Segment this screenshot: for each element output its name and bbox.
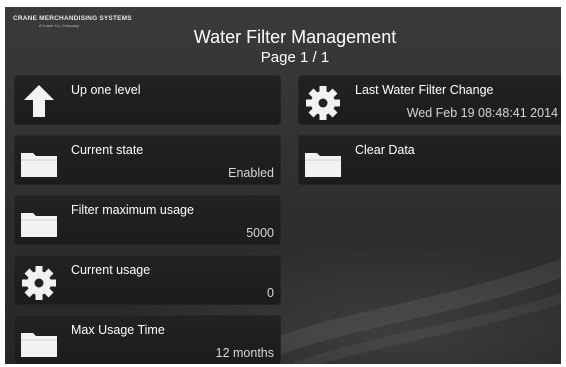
clear-data-button[interactable]: Clear Data xyxy=(298,135,561,185)
last-water-filter-change-button[interactable]: Last Water Filter Change Wed Feb 19 08:4… xyxy=(298,75,561,125)
background-swoosh xyxy=(275,258,561,364)
brand-logo: CRANE MERCHANDISING SYSTEMS A Crane Co. … xyxy=(13,15,132,28)
page-title: Water Filter Management xyxy=(193,27,397,47)
up-one-level-button[interactable]: Up one level xyxy=(14,75,281,125)
tile-value: 0 xyxy=(267,286,274,300)
folder-icon xyxy=(21,213,57,237)
folder-icon xyxy=(305,153,341,177)
tile-value: Enabled xyxy=(228,166,274,180)
gear-icon xyxy=(306,86,340,120)
current-usage-button[interactable]: Current usage 0 xyxy=(14,255,281,305)
tile-label: Last Water Filter Change xyxy=(355,83,494,97)
tile-label: Up one level xyxy=(71,83,141,97)
current-state-button[interactable]: Current state Enabled xyxy=(14,135,281,185)
folder-icon xyxy=(21,153,57,177)
tile-value: Wed Feb 19 08:48:41 2014 xyxy=(406,106,558,120)
tile-label: Max Usage Time xyxy=(71,323,165,337)
gear-icon xyxy=(22,266,56,300)
tile-label: Current state xyxy=(71,143,144,157)
tile-value: 12 months xyxy=(215,346,274,360)
arrow-up-icon xyxy=(24,85,54,117)
screen: CRANE MERCHANDISING SYSTEMS A Crane Co. … xyxy=(5,7,561,364)
tile-label: Current usage xyxy=(71,263,151,277)
brand-name: CRANE MERCHANDISING SYSTEMS xyxy=(13,15,132,22)
tile-label: Filter maximum usage xyxy=(71,203,194,217)
max-usage-time-button[interactable]: Max Usage Time 12 months xyxy=(14,315,281,364)
tile-label: Clear Data xyxy=(355,143,415,157)
filter-maximum-usage-button[interactable]: Filter maximum usage 5000 xyxy=(14,195,281,245)
brand-subtitle: A Crane Co. Company xyxy=(39,22,80,28)
page-indicator: Page 1 / 1 xyxy=(260,49,330,66)
folder-icon xyxy=(21,333,57,357)
tile-value: 5000 xyxy=(246,226,274,240)
